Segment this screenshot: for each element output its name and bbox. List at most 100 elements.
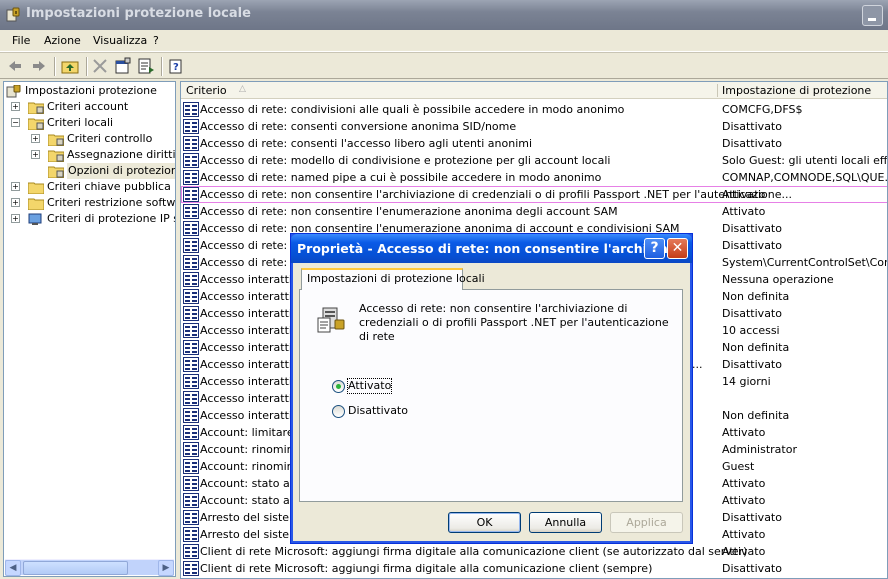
window-title: Impostazioni protezione locale: [26, 6, 251, 21]
folder-icon: [28, 182, 44, 194]
policy-icon: [183, 510, 199, 525]
menu-file[interactable]: File: [12, 34, 30, 47]
expand-icon[interactable]: +: [11, 214, 20, 223]
policy-icon: [183, 527, 199, 542]
policy-name: Client di rete Microsoft: aggiungi firma…: [200, 562, 653, 575]
expand-icon[interactable]: +: [31, 134, 40, 143]
security-settings-icon: [6, 7, 20, 22]
policy-icon: [183, 442, 199, 457]
radio-enabled-label[interactable]: Attivato: [346, 378, 393, 394]
column-header-setting[interactable]: Impostazione di protezione: [722, 84, 871, 97]
tree-item[interactable]: + Criteri restrizione software: [4, 195, 175, 211]
table-row[interactable]: Accesso di rete: consenti l'accesso libe…: [181, 135, 887, 152]
dialog-close-button[interactable]: ✕: [667, 238, 688, 259]
tree-item[interactable]: + Criteri chiave pubblica: [4, 179, 174, 195]
ok-button[interactable]: OK: [448, 512, 521, 533]
menu-visualizza[interactable]: Visualizza: [93, 34, 147, 47]
tree-item-label: Criteri locali: [47, 116, 114, 129]
policy-computer-icon: [317, 307, 345, 333]
export-list-button[interactable]: [137, 57, 157, 75]
tree-item[interactable]: Impostazioni protezione: [4, 83, 174, 99]
expand-icon[interactable]: +: [31, 150, 40, 159]
help-toolbar-button[interactable]: ?: [167, 57, 187, 75]
collapse-icon[interactable]: −: [11, 118, 20, 127]
scroll-thumb[interactable]: [23, 561, 128, 575]
policy-icon: [183, 323, 199, 338]
policy-setting: Guest: [722, 460, 755, 473]
tree-item[interactable]: + Criteri controllo: [4, 131, 174, 147]
title-bar[interactable]: Impostazioni protezione locale: [0, 0, 888, 30]
menu-azione[interactable]: Azione: [44, 34, 81, 47]
policy-name: Accesso di rete: non consentire l'archiv…: [200, 188, 792, 201]
table-row[interactable]: Accesso di rete: consenti conversione an…: [181, 118, 887, 135]
expand-icon[interactable]: +: [11, 102, 20, 111]
radio-disabled-label[interactable]: Disattivato: [348, 404, 408, 418]
policy-icon: [183, 476, 199, 491]
scroll-left-button[interactable]: ◀: [5, 560, 21, 576]
dialog-help-button[interactable]: ?: [644, 238, 665, 259]
policy-name: Account: stato acc: [200, 494, 302, 507]
properties-button[interactable]: [114, 57, 134, 75]
policy-name: Accesso di rete: consenti conversione an…: [200, 120, 517, 133]
tree-item-label: Impostazioni protezione: [25, 84, 157, 97]
policy-setting: Attivato: [722, 545, 766, 558]
policy-icon: [183, 357, 199, 372]
tree-horizontal-scrollbar[interactable]: ◀ ▶: [5, 559, 174, 576]
menu-help[interactable]: ?: [153, 34, 159, 47]
column-header-policy[interactable]: Criterio: [186, 84, 227, 97]
policy-setting: 14 giorni: [722, 375, 771, 388]
folder-icon: [28, 102, 44, 114]
folder-icon: [48, 166, 64, 178]
cancel-button[interactable]: Annulla: [529, 512, 602, 533]
radio-enabled[interactable]: Attivato: [332, 378, 452, 395]
minimize-button[interactable]: [862, 5, 883, 26]
table-row[interactable]: Accesso di rete: condivisioni alle quali…: [181, 101, 887, 118]
expand-icon[interactable]: +: [11, 198, 20, 207]
back-button[interactable]: [6, 57, 26, 75]
folder-icon: [28, 213, 42, 225]
policy-icon: [183, 391, 199, 406]
table-row[interactable]: Accesso di rete: named pipe a cui è poss…: [181, 169, 887, 186]
policy-description: Accesso di rete: non consentire l'archiv…: [359, 302, 669, 343]
table-row[interactable]: Accesso di rete: non consentire l'archiv…: [181, 186, 887, 203]
svg-text:?: ?: [173, 62, 179, 73]
radio-button[interactable]: [332, 405, 345, 418]
column-divider[interactable]: [717, 84, 718, 97]
tree-item[interactable]: + Criteri account: [4, 99, 174, 115]
tree-item[interactable]: Opzioni di protezione: [4, 163, 175, 179]
policy-setting: Attivato: [722, 528, 766, 541]
help-book-icon: ?: [169, 59, 182, 74]
folder-icon: [48, 150, 64, 162]
dialog-title-bar[interactable]: Proprietà - Accesso di rete: non consent…: [291, 234, 692, 263]
policy-icon: [183, 289, 199, 304]
tree-item[interactable]: + Assegnazione diritti utente: [4, 147, 175, 163]
folder-icon: [28, 198, 44, 210]
radio-disabled[interactable]: Disattivato: [332, 404, 452, 420]
table-row[interactable]: Client di rete Microsoft: aggiungi firma…: [181, 543, 887, 560]
policy-setting: Nessuna operazione: [722, 273, 834, 286]
console-tree[interactable]: Impostazioni protezione + Criteri account −…: [3, 81, 176, 577]
delete-button[interactable]: [91, 57, 111, 75]
policy-icon: [183, 102, 199, 117]
radio-button-selected[interactable]: [332, 380, 345, 393]
policy-icon: [183, 170, 199, 185]
table-row[interactable]: Client di rete Microsoft: aggiungi firma…: [181, 560, 887, 577]
policy-setting: Disattivato: [722, 137, 782, 150]
tree-item[interactable]: − Criteri locali: [4, 115, 174, 131]
table-row[interactable]: Accesso di rete: modello di condivisione…: [181, 152, 887, 169]
sort-indicator-icon: △: [239, 84, 246, 94]
table-row[interactable]: Accesso di rete: non consentire l'enumer…: [181, 203, 887, 220]
apply-button[interactable]: Applica: [610, 512, 683, 533]
main-window: Impostazioni protezione locale File Azio…: [0, 0, 888, 579]
policy-icon: [183, 187, 199, 202]
tab-local-security-setting[interactable]: Impostazioni di protezione locali: [301, 268, 485, 290]
policy-setting: COMCFG,DFS$: [722, 103, 803, 116]
scroll-right-button[interactable]: ▶: [158, 560, 174, 576]
forward-button[interactable]: [30, 57, 50, 75]
expand-icon[interactable]: +: [11, 182, 20, 191]
policy-icon: [183, 221, 199, 236]
up-level-button[interactable]: [61, 57, 81, 75]
policy-setting: Attivato: [722, 188, 766, 201]
delete-x-icon: [93, 59, 107, 73]
tree-item[interactable]: + Criteri di protezione IP su computer lo…: [4, 211, 175, 227]
